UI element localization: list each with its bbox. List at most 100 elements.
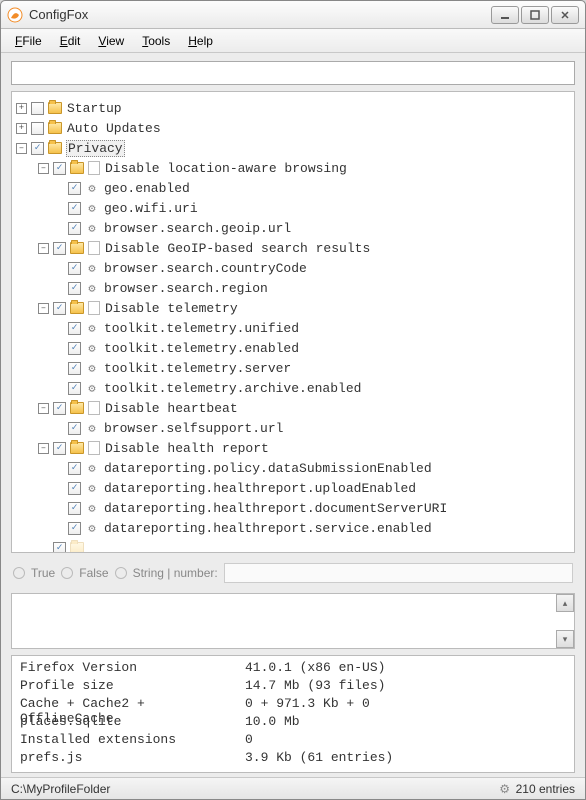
menu-tools[interactable]: Tools	[134, 32, 178, 50]
page-icon	[88, 301, 100, 315]
tree-node-item[interactable]: geo.enabled	[16, 178, 570, 198]
search-input[interactable]	[11, 61, 575, 85]
checkbox[interactable]	[31, 122, 44, 135]
tree-node-item[interactable]: toolkit.telemetry.server	[16, 358, 570, 378]
tree-node-startup[interactable]: + Startup	[16, 98, 570, 118]
app-window: ConfigFox FFileFile Edit View Tools Help…	[0, 0, 586, 800]
info-value: 41.0.1 (x86 en-US)	[245, 660, 385, 678]
checkbox[interactable]	[68, 322, 81, 335]
scroll-down-button[interactable]: ▾	[556, 630, 574, 648]
menu-file[interactable]: FFileFile	[7, 32, 50, 50]
string-value-input[interactable]	[224, 563, 573, 583]
expander-icon[interactable]: –	[38, 163, 49, 174]
preview-panel: ▴ ▾	[11, 593, 575, 649]
checkbox[interactable]	[68, 502, 81, 515]
radio-true[interactable]	[13, 567, 25, 579]
app-icon	[7, 7, 23, 23]
gear-icon	[85, 421, 99, 435]
scroll-up-button[interactable]: ▴	[556, 594, 574, 612]
status-path: C:\MyProfileFolder	[11, 782, 110, 796]
tree-node-item[interactable]: browser.search.countryCode	[16, 258, 570, 278]
info-panel: Firefox Version41.0.1 (x86 en-US) Profil…	[11, 655, 575, 773]
tree-node-item[interactable]: geo.wifi.uri	[16, 198, 570, 218]
checkbox[interactable]	[68, 362, 81, 375]
folder-icon	[70, 442, 84, 454]
tree[interactable]: + Startup + Auto Updates – Privacy	[12, 92, 574, 552]
checkbox[interactable]	[53, 542, 66, 553]
minimize-button[interactable]	[491, 6, 519, 24]
menu-help[interactable]: Help	[180, 32, 221, 50]
tree-node-item[interactable]: browser.selfsupport.url	[16, 418, 570, 438]
gear-icon	[85, 501, 99, 515]
tree-node-item[interactable]: datareporting.policy.dataSubmissionEnabl…	[16, 458, 570, 478]
expander-icon[interactable]: +	[16, 123, 27, 134]
checkbox[interactable]	[53, 242, 66, 255]
folder-icon	[48, 142, 62, 154]
tree-node-item[interactable]: browser.search.geoip.url	[16, 218, 570, 238]
tree-node-group[interactable]: –Disable GeoIP-based search results	[16, 238, 570, 258]
checkbox[interactable]	[68, 342, 81, 355]
checkbox[interactable]	[68, 522, 81, 535]
checkbox[interactable]	[68, 262, 81, 275]
close-button[interactable]	[551, 6, 579, 24]
tree-node-privacy[interactable]: – Privacy	[16, 138, 570, 158]
checkbox[interactable]	[68, 202, 81, 215]
checkbox[interactable]	[68, 482, 81, 495]
menu-view[interactable]: View	[90, 32, 132, 50]
checkbox[interactable]	[53, 442, 66, 455]
tree-node-group[interactable]: –Disable heartbeat	[16, 398, 570, 418]
checkbox[interactable]	[68, 462, 81, 475]
tree-node-auto-updates[interactable]: + Auto Updates	[16, 118, 570, 138]
expander-icon[interactable]: –	[38, 303, 49, 314]
checkbox[interactable]	[68, 282, 81, 295]
menu-edit[interactable]: Edit	[52, 32, 89, 50]
tree-node-item[interactable]: datareporting.healthreport.service.enabl…	[16, 518, 570, 538]
checkbox[interactable]	[68, 182, 81, 195]
gear-icon	[85, 281, 99, 295]
tree-node-group[interactable]: – Disable location-aware browsing	[16, 158, 570, 178]
expander-icon[interactable]: –	[38, 443, 49, 454]
checkbox[interactable]	[68, 382, 81, 395]
expander-icon[interactable]: –	[38, 243, 49, 254]
tree-node-group[interactable]: –Disable health report	[16, 438, 570, 458]
gear-icon	[85, 461, 99, 475]
radio-false[interactable]	[61, 567, 73, 579]
value-type-row: True False String | number:	[11, 559, 575, 587]
info-label: places.sqlite	[20, 714, 245, 732]
expander-icon[interactable]: –	[38, 403, 49, 414]
info-value: 3.9 Kb (61 entries)	[245, 750, 393, 768]
checkbox[interactable]	[31, 102, 44, 115]
tree-node-partial[interactable]	[16, 538, 570, 552]
radio-true-label: True	[31, 566, 55, 580]
close-icon	[560, 10, 570, 20]
tree-node-item[interactable]: datareporting.healthreport.uploadEnabled	[16, 478, 570, 498]
checkbox[interactable]	[53, 402, 66, 415]
page-icon	[88, 441, 100, 455]
expander-icon[interactable]: –	[16, 143, 27, 154]
tree-node-item[interactable]: toolkit.telemetry.archive.enabled	[16, 378, 570, 398]
checkbox[interactable]	[68, 222, 81, 235]
gear-icon	[85, 261, 99, 275]
window-title: ConfigFox	[29, 7, 491, 22]
tree-node-item[interactable]: toolkit.telemetry.enabled	[16, 338, 570, 358]
checkbox[interactable]	[68, 422, 81, 435]
status-entries: 210 entries	[516, 782, 575, 796]
maximize-button[interactable]	[521, 6, 549, 24]
maximize-icon	[530, 10, 540, 20]
checkbox[interactable]	[53, 302, 66, 315]
folder-icon	[70, 162, 84, 174]
tree-node-group[interactable]: –Disable telemetry	[16, 298, 570, 318]
checkbox[interactable]	[31, 142, 44, 155]
gear-icon	[85, 481, 99, 495]
titlebar[interactable]: ConfigFox	[1, 1, 585, 29]
tree-node-item[interactable]: toolkit.telemetry.unified	[16, 318, 570, 338]
expander-icon[interactable]: +	[16, 103, 27, 114]
folder-icon	[70, 402, 84, 414]
radio-string[interactable]	[115, 567, 127, 579]
gear-icon	[85, 221, 99, 235]
folder-icon	[48, 102, 62, 114]
checkbox[interactable]	[53, 162, 66, 175]
radio-false-label: False	[79, 566, 108, 580]
tree-node-item[interactable]: browser.search.region	[16, 278, 570, 298]
tree-node-item[interactable]: datareporting.healthreport.documentServe…	[16, 498, 570, 518]
